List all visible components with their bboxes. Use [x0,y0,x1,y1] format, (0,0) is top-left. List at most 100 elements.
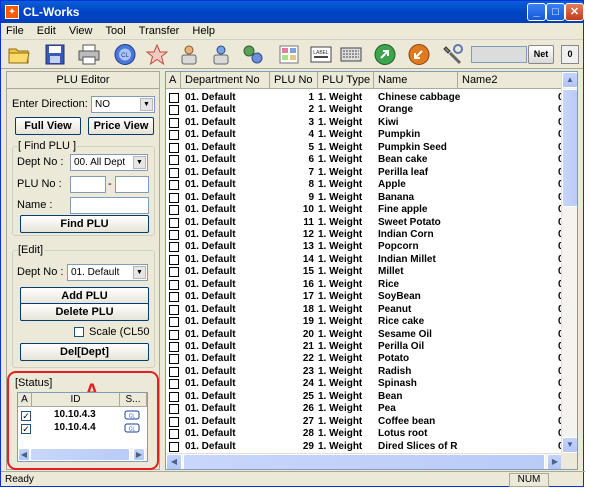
keyboard-icon[interactable] [339,43,363,66]
table-row[interactable]: 01. Default281. WeightLotus root0 [166,428,564,440]
row-checkbox[interactable] [169,441,179,452]
col-header-plu-type[interactable]: PLU Type [318,72,374,89]
delete-plu-button[interactable]: Delete PLU [20,303,149,321]
table-row[interactable]: 01. Default271. WeightCoffee bean0 [166,416,564,428]
table-row[interactable]: 01. Default111. WeightSweet Potato0 [166,217,564,229]
row-checkbox[interactable] [169,254,179,265]
status-col-a[interactable]: A [18,393,32,407]
table-row[interactable]: 01. Default241. WeightSpinash0 [166,378,564,390]
network-icon[interactable] [241,43,265,66]
net-button[interactable]: Net [528,45,554,64]
status-hscrollbar[interactable]: ◀ ▶ [18,448,147,461]
plu-no-from-input[interactable] [70,176,106,193]
table-row[interactable]: 01. Default41. WeightPumpkin0 [166,129,564,141]
settings-tools-icon[interactable] [441,43,465,66]
row-checkbox[interactable] [169,329,179,340]
row-checkbox[interactable] [169,416,179,427]
save-icon[interactable] [43,43,67,66]
col-header-a[interactable]: A [166,72,181,89]
menu-edit[interactable]: Edit [32,23,61,37]
name-input[interactable] [70,197,149,214]
row-checkbox[interactable] [169,192,179,203]
table-row[interactable]: 01. Default61. WeightBean cake0 [166,154,564,166]
table-row[interactable]: 01. Default181. WeightPeanut0 [166,304,564,316]
open-folder-icon[interactable] [7,43,31,66]
menu-help[interactable]: Help [187,23,220,37]
full-view-button[interactable]: Full View [15,117,81,135]
scroll-right-icon[interactable]: ▶ [133,448,145,461]
row-checkbox[interactable] [169,93,179,103]
scroll-up-icon[interactable]: ▲ [562,72,577,88]
zero-button[interactable]: 0 [561,45,579,64]
table-row[interactable]: 01. Default221. WeightPotato0 [166,353,564,365]
row-checkbox[interactable] [169,342,179,352]
table-row[interactable]: 01. Default211. WeightPerilla Oil0 [166,341,564,353]
row-checkbox[interactable] [169,354,179,365]
row-checkbox[interactable] [169,229,179,240]
col-header-name2[interactable]: Name2 [458,72,563,89]
table-row[interactable]: 01. Default201. WeightSesame Oil0 [166,329,564,341]
label-icon[interactable]: LABEL [309,43,333,66]
col-header-name[interactable]: Name [374,72,458,89]
status-row-checkbox[interactable]: ✓ [21,411,31,421]
table-row[interactable]: 01. Default251. WeightBean0 [166,391,564,403]
plu-no-to-input[interactable] [115,176,149,193]
row-checkbox[interactable] [169,317,179,328]
row-checkbox[interactable] [169,167,179,178]
status-row-checkbox[interactable]: ✓ [21,424,31,434]
maximize-button[interactable]: □ [546,3,565,21]
row-checkbox[interactable] [169,366,179,377]
net-value-field[interactable] [471,46,527,63]
menu-transfer[interactable]: Transfer [134,23,185,37]
table-row[interactable]: 01. Default101. WeightFine apple0 [166,204,564,216]
row-checkbox[interactable] [169,180,179,191]
row-checkbox[interactable] [169,404,179,415]
table-row[interactable]: 01. Default131. WeightPopcorn0 [166,241,564,253]
table-row[interactable]: 01. Default21. WeightOrange0 [166,104,564,116]
user-upload-icon[interactable] [177,43,201,66]
row-checkbox[interactable] [169,217,179,228]
user-download-icon[interactable] [209,43,233,66]
row-checkbox[interactable] [169,130,179,141]
menu-file[interactable]: File [1,23,29,37]
table-row[interactable]: 01. Default121. WeightIndian Corn0 [166,229,564,241]
row-checkbox[interactable] [169,155,179,166]
row-checkbox[interactable] [169,429,179,440]
row-checkbox[interactable] [169,379,179,390]
col-header-plu-no[interactable]: PLU No [270,72,318,89]
row-checkbox[interactable] [169,267,179,278]
list-hscroll-thumb[interactable] [183,454,545,469]
table-row[interactable]: 01. Default141. WeightIndian Millet0 [166,254,564,266]
row-checkbox[interactable] [169,391,179,402]
table-row[interactable]: 01. Default81. WeightApple0 [166,179,564,191]
row-checkbox[interactable] [169,242,179,253]
star-icon[interactable] [145,43,169,66]
menu-view[interactable]: View [64,23,98,37]
table-row[interactable]: 01. Default191. WeightRice cake0 [166,316,564,328]
table-row[interactable]: 01. Default171. WeightSoyBean0 [166,291,564,303]
edit-dept-no-select[interactable]: 01. Default ▼ [67,264,148,281]
scroll-left-icon[interactable]: ◀ [18,448,30,461]
row-checkbox[interactable] [169,117,179,128]
scale-checkbox[interactable] [74,327,84,337]
row-checkbox[interactable] [169,205,179,216]
find-plu-button[interactable]: Find PLU [20,215,149,233]
scroll-left-icon[interactable]: ◀ [166,454,182,469]
row-checkbox[interactable] [169,304,179,315]
printer-icon[interactable] [77,43,101,66]
receive-icon[interactable] [407,43,431,66]
table-row[interactable]: 01. Default291. WeightDired Slices of R0 [166,441,564,453]
status-col-id[interactable]: ID [32,393,120,407]
grid-icon[interactable] [277,43,301,66]
send-icon[interactable] [373,43,397,66]
table-row[interactable]: 01. Default11. WeightChinese cabbage0 [166,92,564,104]
status-scroll-thumb[interactable] [30,448,130,461]
price-view-button[interactable]: Price View [88,117,154,135]
table-row[interactable]: 01. Default151. WeightMillet0 [166,266,564,278]
table-row[interactable]: 01. Default91. WeightBanana0 [166,192,564,204]
menu-tool[interactable]: Tool [101,23,131,37]
del-dept-button[interactable]: Del[Dept] [20,343,149,361]
row-checkbox[interactable] [169,105,179,116]
status-col-s[interactable]: S... [120,393,147,407]
close-button[interactable]: ✕ [565,3,584,21]
